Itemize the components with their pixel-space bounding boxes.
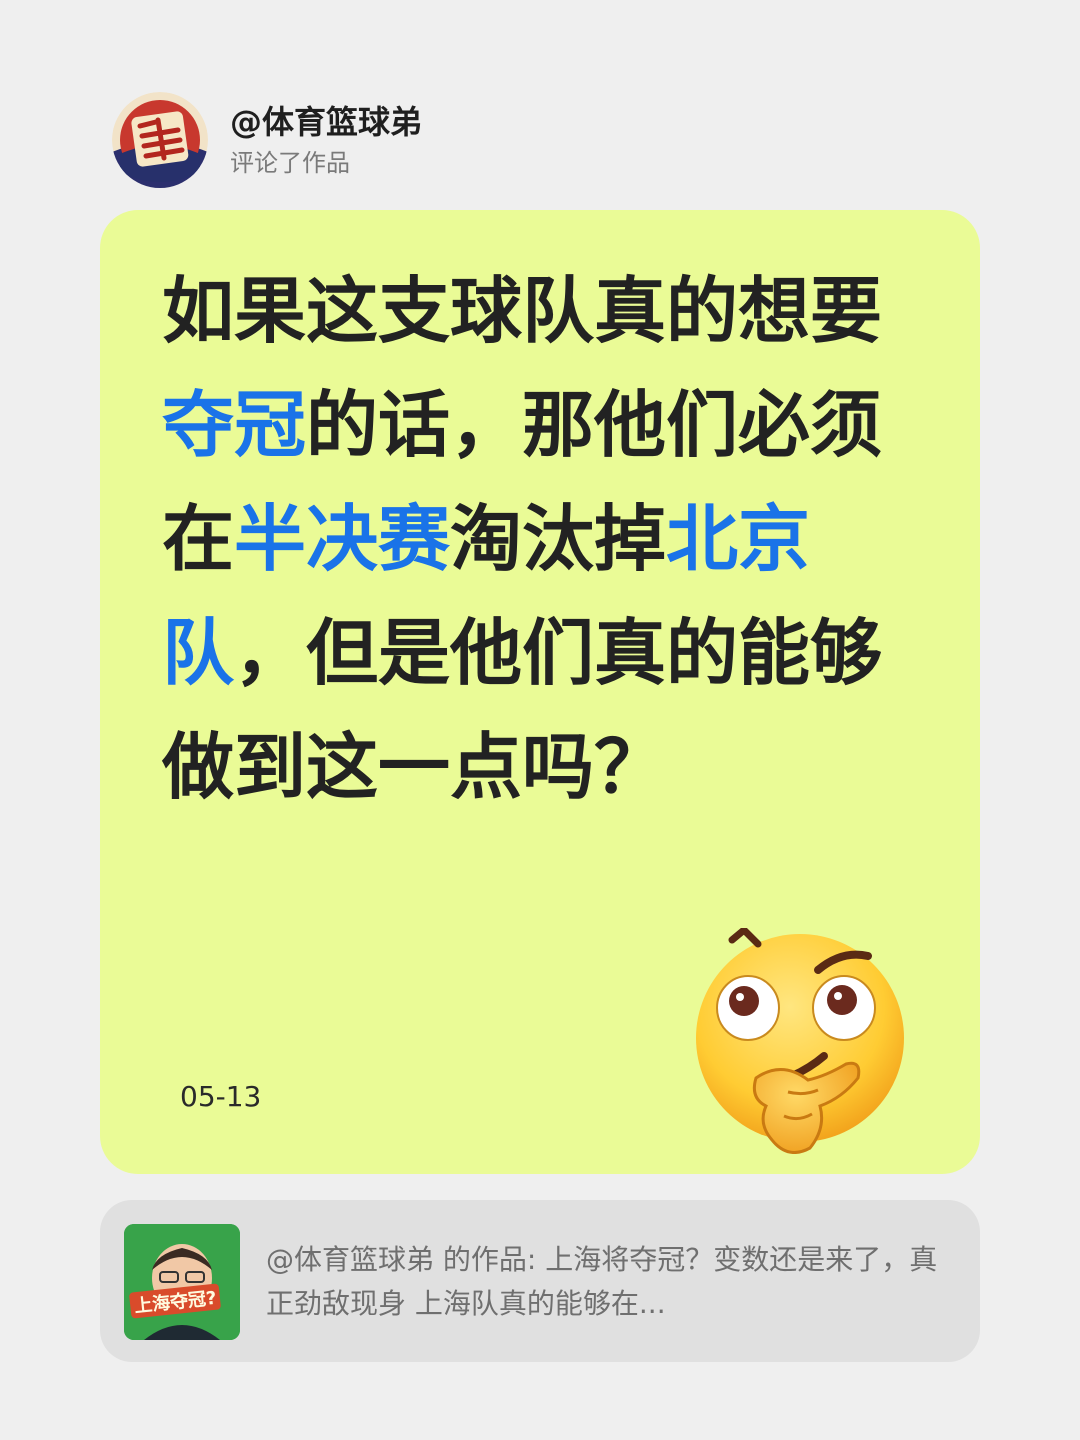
- comment-text-segment: 淘汰掉: [450, 497, 667, 581]
- author-avatar[interactable]: [112, 92, 208, 188]
- source-work-description: @体育篮球弟 的作品: 上海将夺冠？变数还是来了，真正劲敌现身 上海队真的能够在…: [266, 1243, 938, 1320]
- author-name[interactable]: @体育篮球弟: [230, 102, 422, 142]
- comment-text: 如果这支球队真的想要夺冠的话，那他们必须在半决赛淘汰掉北京队，但是他们真的能够做…: [162, 254, 902, 824]
- comment-date: 05-13: [180, 1080, 262, 1113]
- highlighted-keyword: 夺冠: [162, 383, 307, 467]
- source-thumbnail[interactable]: 上海夺冠?: [124, 1224, 240, 1340]
- comment-text-segment: ，但是他们真的能够做到这一点吗？: [162, 611, 883, 809]
- comment-header: @体育篮球弟 评论了作品: [112, 92, 422, 188]
- person-photo-icon: [124, 1224, 240, 1340]
- thinking-face-icon: [696, 928, 904, 1154]
- author-action-text: 评论了作品: [230, 149, 350, 177]
- author-info: @体育篮球弟 评论了作品: [230, 102, 422, 178]
- highlighted-keyword: 半决赛: [234, 497, 451, 581]
- comment-text-segment: 如果这支球队真的想要: [162, 269, 883, 353]
- comment-card: 如果这支球队真的想要夺冠的话，那他们必须在半决赛淘汰掉北京队，但是他们真的能够做…: [100, 210, 980, 1174]
- source-work-card[interactable]: 上海夺冠? @体育篮球弟 的作品: 上海将夺冠？变数还是来了，真正劲敌现身 上海…: [100, 1200, 980, 1362]
- basketball-brother-logo-icon: [112, 92, 208, 188]
